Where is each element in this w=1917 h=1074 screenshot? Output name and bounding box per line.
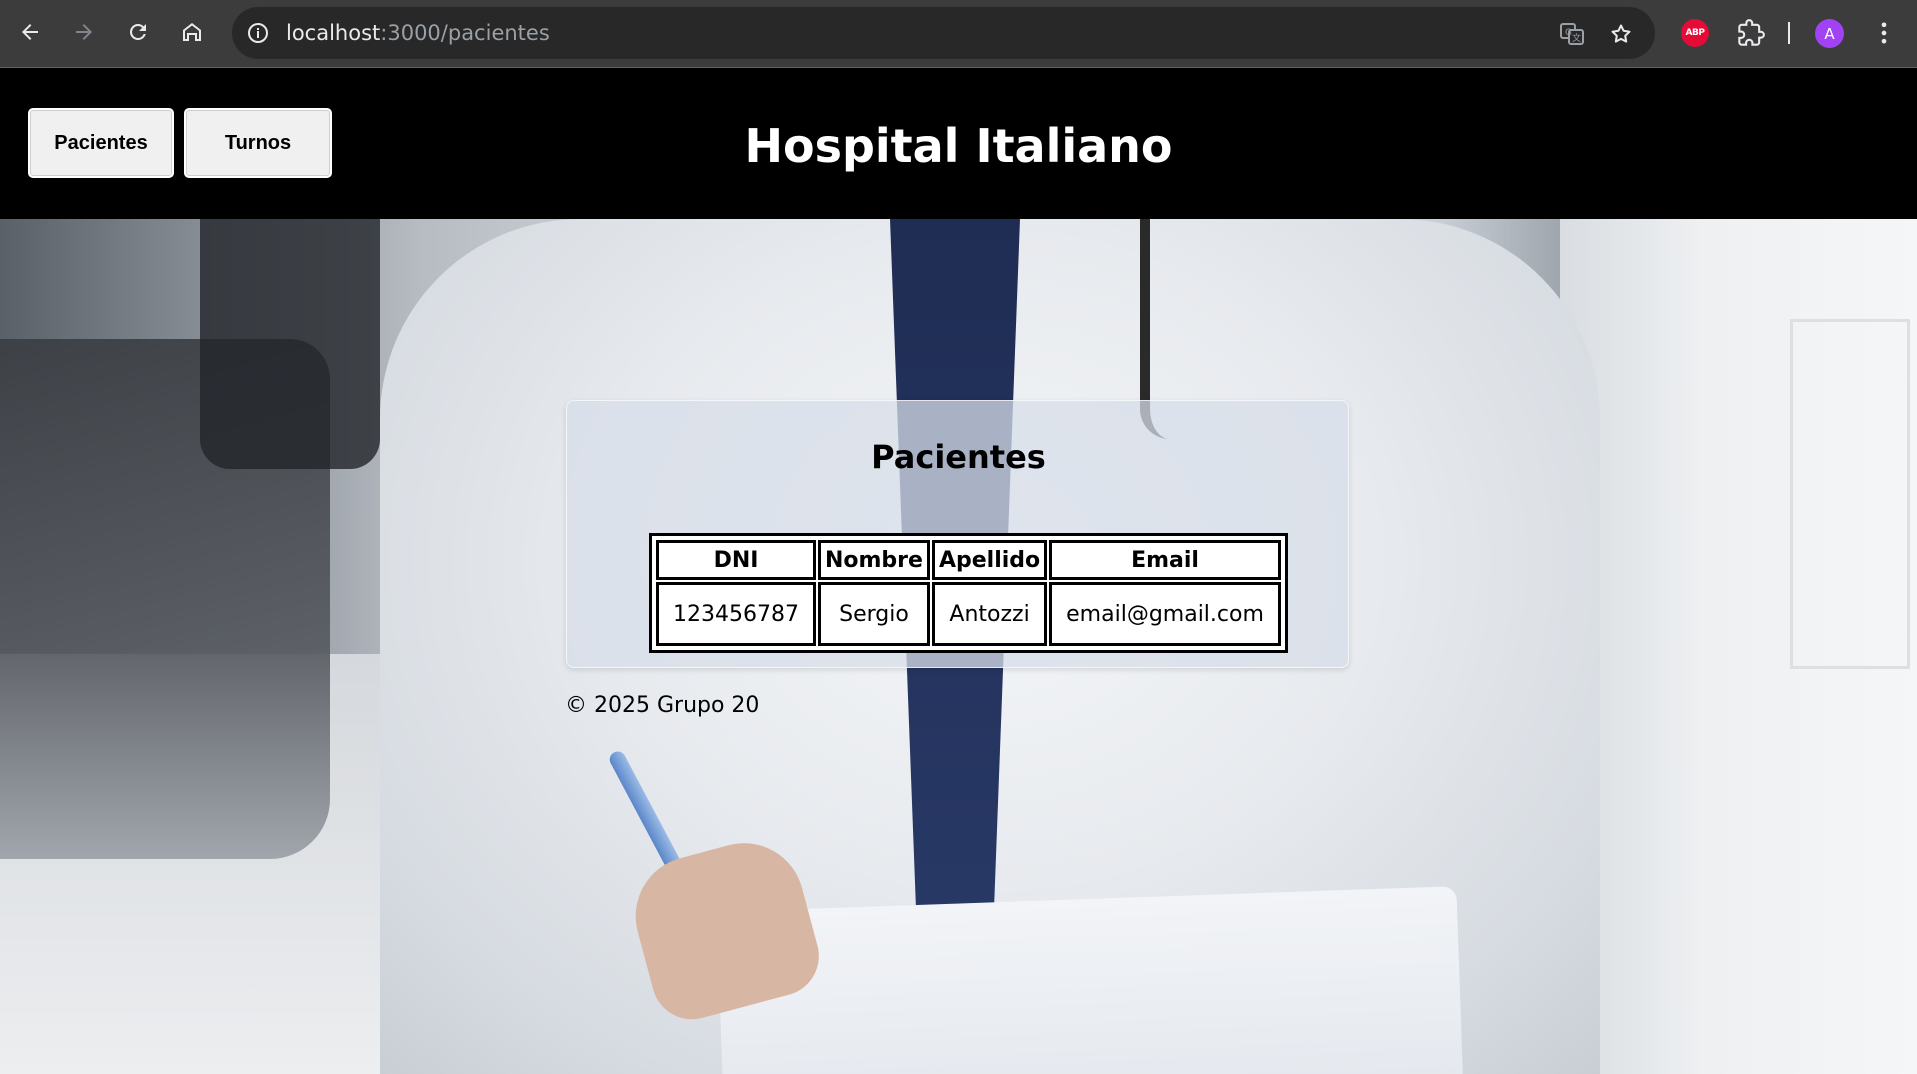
patients-table: DNI Nombre Apellido Email 123456787 Serg… — [654, 538, 1283, 648]
cell-apellido: Antozzi — [931, 582, 1048, 646]
bookmark-button[interactable] — [1608, 21, 1634, 47]
url-path: :3000/pacientes — [380, 21, 550, 45]
extensions-icon[interactable] — [1737, 19, 1765, 47]
site-header: Pacientes Turnos Hospital Italiano — [0, 68, 1917, 219]
column-header-nombre: Nombre — [817, 540, 930, 580]
home-button[interactable] — [174, 14, 210, 50]
forward-button[interactable] — [66, 14, 102, 50]
svg-text:文: 文 — [1572, 32, 1581, 44]
browser-toolbar: localhost:3000/pacientes G 文 ABP A — [0, 0, 1917, 68]
profile-avatar[interactable]: A — [1815, 19, 1844, 48]
table-header-row: DNI Nombre Apellido Email — [656, 540, 1281, 580]
site-title: Hospital Italiano — [744, 119, 1173, 173]
translate-icon: G 文 — [1560, 23, 1584, 45]
patients-card: Pacientes DNI Nombre Apellido Email 1234… — [566, 400, 1349, 668]
footer-copyright: © 2025 Grupo 20 — [565, 693, 760, 718]
forward-icon — [76, 24, 92, 40]
home-icon — [183, 23, 201, 41]
toolbar-divider — [1788, 22, 1790, 44]
cell-email: email@gmail.com — [1049, 582, 1281, 646]
reload-button[interactable] — [120, 14, 156, 50]
column-header-email: Email — [1049, 540, 1281, 580]
kebab-menu-icon[interactable] — [1870, 19, 1898, 47]
back-icon — [22, 24, 38, 40]
section-title: Pacientes — [871, 438, 1046, 476]
cell-dni: 123456787 — [656, 582, 816, 646]
bookmark-star-icon — [1611, 24, 1631, 43]
cell-nombre: Sergio — [817, 582, 930, 646]
svg-text:G: G — [1565, 28, 1572, 38]
url-text: localhost:3000/pacientes — [286, 19, 550, 47]
column-header-apellido: Apellido — [931, 540, 1048, 580]
column-header-dni: DNI — [656, 540, 816, 580]
table-row: 123456787 Sergio Antozzi email@gmail.com — [656, 582, 1281, 646]
translate-button[interactable]: G 文 — [1559, 21, 1585, 47]
url-host: localhost — [286, 21, 381, 45]
back-button[interactable] — [12, 14, 48, 50]
adblock-plus-badge: ABP — [1685, 28, 1705, 38]
reload-icon — [130, 24, 146, 40]
address-bar[interactable]: localhost:3000/pacientes G 文 — [232, 7, 1655, 59]
page-viewport: Pacientes Turnos Hospital Italiano Pacie… — [0, 68, 1917, 1074]
patients-table-wrapper: DNI Nombre Apellido Email 123456787 Serg… — [649, 533, 1288, 653]
site-info-icon[interactable] — [246, 21, 270, 45]
adblock-plus-icon[interactable]: ABP — [1681, 19, 1709, 47]
